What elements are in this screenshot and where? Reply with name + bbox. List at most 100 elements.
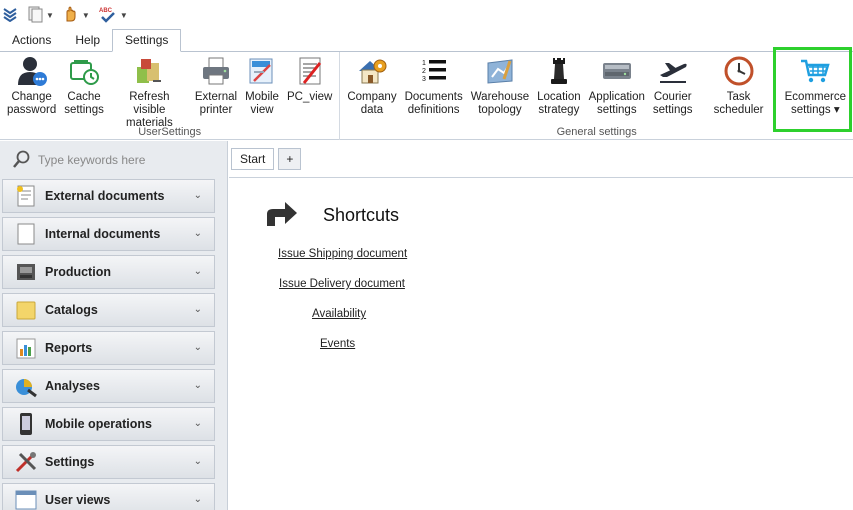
nav-item-label: Reports (45, 341, 93, 355)
nav-item-production[interactable]: Production ⌄ (2, 255, 215, 289)
documents-definitions-button[interactable]: 123 Documents definitions (401, 52, 467, 124)
refresh-visible-materials-label: Refresh visible materials (126, 91, 173, 129)
hand-dropdown[interactable]: ▼ (62, 4, 90, 26)
warehouse-topology-button[interactable]: Warehouse topology (467, 52, 533, 124)
internal-documents-icon (13, 221, 39, 247)
chevron-down-icon: ▼ (119, 10, 128, 20)
warehouse-topology-label: Warehouse topology (470, 91, 530, 116)
warehouse-topology-icon (484, 55, 516, 87)
tab-start[interactable]: Start (231, 148, 275, 170)
shortcut-availability[interactable]: Availability (312, 308, 366, 320)
task-scheduler-button[interactable]: Task scheduler (697, 52, 781, 124)
user-settings-group-label: UserSettings (138, 126, 202, 138)
shortcut-arrow-icon (265, 200, 299, 231)
nav-item-user-views[interactable]: User views ⌄ (2, 483, 215, 510)
location-strategy-label: Location strategy (537, 91, 581, 116)
nav-item-internal-documents[interactable]: Internal documents ⌄ (2, 217, 215, 251)
chess-piece-icon (543, 55, 575, 87)
ribbon-group-user-settings: Change password Cache settings Refresh v… (0, 52, 339, 140)
svg-text:3: 3 (422, 76, 426, 83)
nav-item-label: External documents (45, 189, 165, 203)
airplane-icon (657, 55, 689, 87)
courier-settings-label: Courier settings (652, 91, 693, 116)
tab-help[interactable]: Help (63, 30, 112, 51)
shortcut-issue-delivery-document[interactable]: Issue Delivery document (279, 278, 405, 290)
production-icon (13, 259, 39, 285)
application-settings-label: Application settings (588, 91, 645, 116)
shortcuts-header: Shortcuts (265, 200, 399, 231)
cache-settings-button[interactable]: Cache settings (60, 52, 108, 124)
courier-settings-button[interactable]: Courier settings (649, 52, 697, 124)
nav-item-label: Mobile operations (45, 417, 152, 431)
reports-icon (13, 335, 39, 361)
cache-settings-label: Cache settings (64, 91, 104, 116)
nav-item-settings[interactable]: Settings ⌄ (2, 445, 215, 479)
chevron-down-icon: ⌄ (193, 456, 202, 467)
nav-item-label: Analyses (45, 379, 100, 393)
refresh-materials-icon (133, 55, 165, 87)
cache-settings-icon (68, 55, 100, 87)
app-menu-icon (2, 6, 18, 25)
tab-settings[interactable]: Settings (112, 29, 182, 52)
numbered-list-icon: 123 (418, 55, 450, 87)
settings-tools-icon (13, 449, 39, 475)
ribbon-group-general-settings: Company data 123 Documents definitions W… (339, 52, 853, 140)
external-documents-icon (13, 183, 39, 209)
menu-tabs: Actions Help Settings (0, 29, 853, 52)
add-tab-button[interactable]: + (278, 148, 302, 170)
chevron-down-icon: ⌄ (193, 266, 202, 277)
location-strategy-button[interactable]: Location strategy (533, 52, 584, 124)
mobile-view-icon (246, 55, 278, 87)
documents-dropdown[interactable]: ▼ (26, 4, 54, 26)
pc-view-button[interactable]: PC_view (283, 52, 336, 124)
nav-item-label: Production (45, 265, 111, 279)
change-password-button[interactable]: Change password (3, 52, 60, 124)
change-password-label: Change password (7, 91, 57, 116)
nav-item-catalogs[interactable]: Catalogs ⌄ (2, 293, 215, 327)
hand-icon (62, 5, 80, 26)
left-navigation: Type keywords here External documents ⌄ … (0, 141, 228, 510)
nav-item-reports[interactable]: Reports ⌄ (2, 331, 215, 365)
external-printer-label: External printer (194, 91, 238, 116)
spellcheck-icon: ABC (98, 5, 118, 26)
refresh-visible-materials-button[interactable]: Refresh visible materials (108, 52, 191, 129)
svg-text:2: 2 (422, 68, 426, 75)
pc-view-icon (294, 55, 326, 87)
company-data-label: Company data (347, 91, 397, 116)
documents-definitions-label: Documents definitions (404, 91, 463, 116)
ecommerce-settings-button[interactable]: Ecommerce settings ▾ (781, 52, 850, 124)
search-input[interactable]: Type keywords here (38, 153, 145, 167)
chevron-down-icon: ⌄ (193, 342, 202, 353)
chevron-down-icon: ⌄ (193, 494, 202, 505)
search-box[interactable]: Type keywords here (0, 141, 227, 179)
search-icon (12, 149, 32, 172)
shortcut-issue-shipping-document[interactable]: Issue Shipping document (278, 248, 407, 260)
company-data-button[interactable]: Company data (343, 52, 400, 124)
application-settings-button[interactable]: Application settings (585, 52, 649, 124)
shortcuts-title: Shortcuts (323, 205, 400, 225)
spellcheck-dropdown[interactable]: ABC ▼ (98, 4, 128, 26)
svg-text:1: 1 (422, 60, 426, 67)
nav-item-external-documents[interactable]: External documents ⌄ (2, 179, 215, 213)
shortcut-events[interactable]: Events (320, 338, 355, 350)
app-menu-button[interactable] (2, 4, 18, 26)
ribbon: Change password Cache settings Refresh v… (0, 52, 853, 140)
nav-item-label: Catalogs (45, 303, 98, 317)
chevron-down-icon: ⌄ (193, 190, 202, 201)
nav-item-mobile-operations[interactable]: Mobile operations ⌄ (2, 407, 215, 441)
mobile-view-button[interactable]: Mobile view (241, 52, 283, 124)
nav-item-label: Settings (45, 455, 95, 469)
start-page: Shortcuts Issue Shipping document Issue … (229, 177, 853, 510)
tab-actions[interactable]: Actions (0, 30, 63, 51)
nav-item-analyses[interactable]: Analyses ⌄ (2, 369, 215, 403)
document-tabs: Start + (231, 148, 302, 171)
chevron-down-icon: ▼ (46, 10, 54, 20)
user-views-icon (13, 487, 39, 510)
clock-icon (723, 55, 755, 87)
spellcheck-text: ABC (99, 8, 113, 14)
quick-access-toolbar: ▼ ▼ ABC ▼ (0, 0, 853, 30)
external-printer-button[interactable]: External printer (191, 52, 241, 124)
nav-item-label: User views (45, 493, 111, 507)
catalogs-icon (13, 297, 39, 323)
nav-item-label: Internal documents (45, 227, 161, 241)
